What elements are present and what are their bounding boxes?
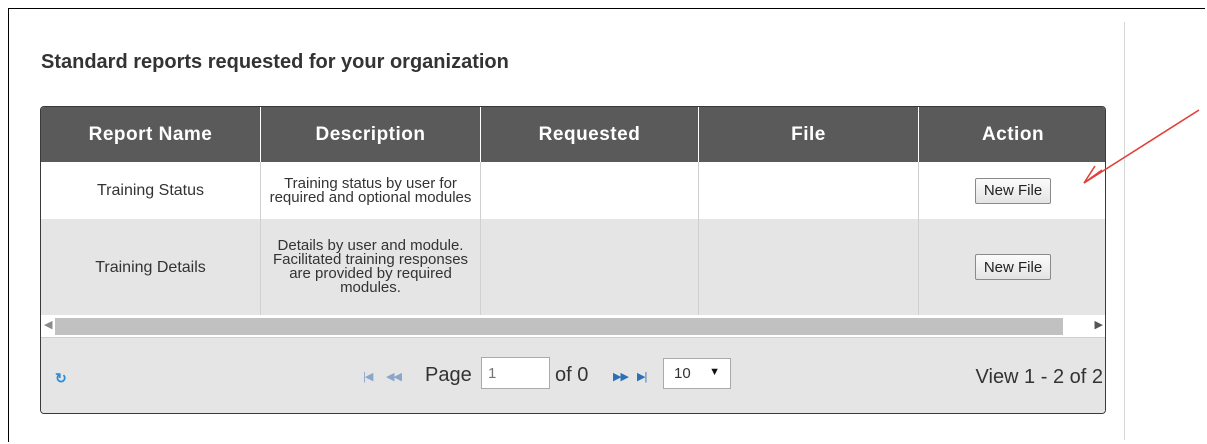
pager-bar: ↻ |◀ ◀◀ Page of 0 ▶▶ ▶| 10 ▼ View 1 - 2 … [41,337,1105,413]
requested-cell [481,219,699,315]
page-count-label: of 0 [555,364,589,386]
description-cell: Details by user and module. Facilitated … [261,219,481,315]
reports-grid: Report Name Description Requested File A… [40,106,1106,414]
page-label: Page [425,364,472,386]
column-header-requested[interactable]: Requested [481,107,699,162]
new-file-button[interactable]: New File [974,254,1052,280]
scrollbar-thumb[interactable] [55,318,1063,335]
horizontal-scrollbar[interactable]: ◀ ▶ [41,315,1105,337]
table-row[interactable]: Training Details Details by user and mod… [41,219,1105,315]
new-file-button[interactable]: New File [974,177,1052,204]
grid-header: Report Name Description Requested File A… [41,107,1105,162]
first-page-icon[interactable]: |◀ [363,370,373,383]
scroll-left-icon[interactable]: ◀ [44,318,52,331]
table-row[interactable]: Training Status Training status by user … [41,162,1105,219]
column-header-file[interactable]: File [699,107,919,162]
next-page-icon[interactable]: ▶▶ [613,370,629,383]
rows-per-page-select[interactable]: 10 ▼ [663,358,731,389]
report-name-cell: Training Details [41,219,261,315]
rows-per-page-value: 10 [674,365,691,382]
column-header-action[interactable]: Action [919,107,1105,162]
prev-page-icon[interactable]: ◀◀ [386,370,402,383]
refresh-icon[interactable]: ↻ [55,370,67,387]
column-header-report-name[interactable]: Report Name [41,107,261,162]
scroll-right-icon[interactable]: ▶ [1095,318,1103,331]
page-title: Standard reports requested for your orga… [41,51,509,73]
requested-cell [481,162,699,219]
last-page-icon[interactable]: ▶| [637,370,647,383]
report-name-cell: Training Status [41,162,261,219]
caret-down-icon: ▼ [709,366,720,378]
page-number-input[interactable] [481,357,550,389]
side-divider [1124,22,1125,440]
file-cell [699,162,919,219]
view-range-text: View 1 - 2 of 2 [975,366,1103,388]
action-cell: New File [919,219,1105,315]
description-cell: Training status by user for required and… [261,162,481,219]
file-cell [699,219,919,315]
action-cell: New File [919,162,1105,219]
column-header-description[interactable]: Description [261,107,481,162]
